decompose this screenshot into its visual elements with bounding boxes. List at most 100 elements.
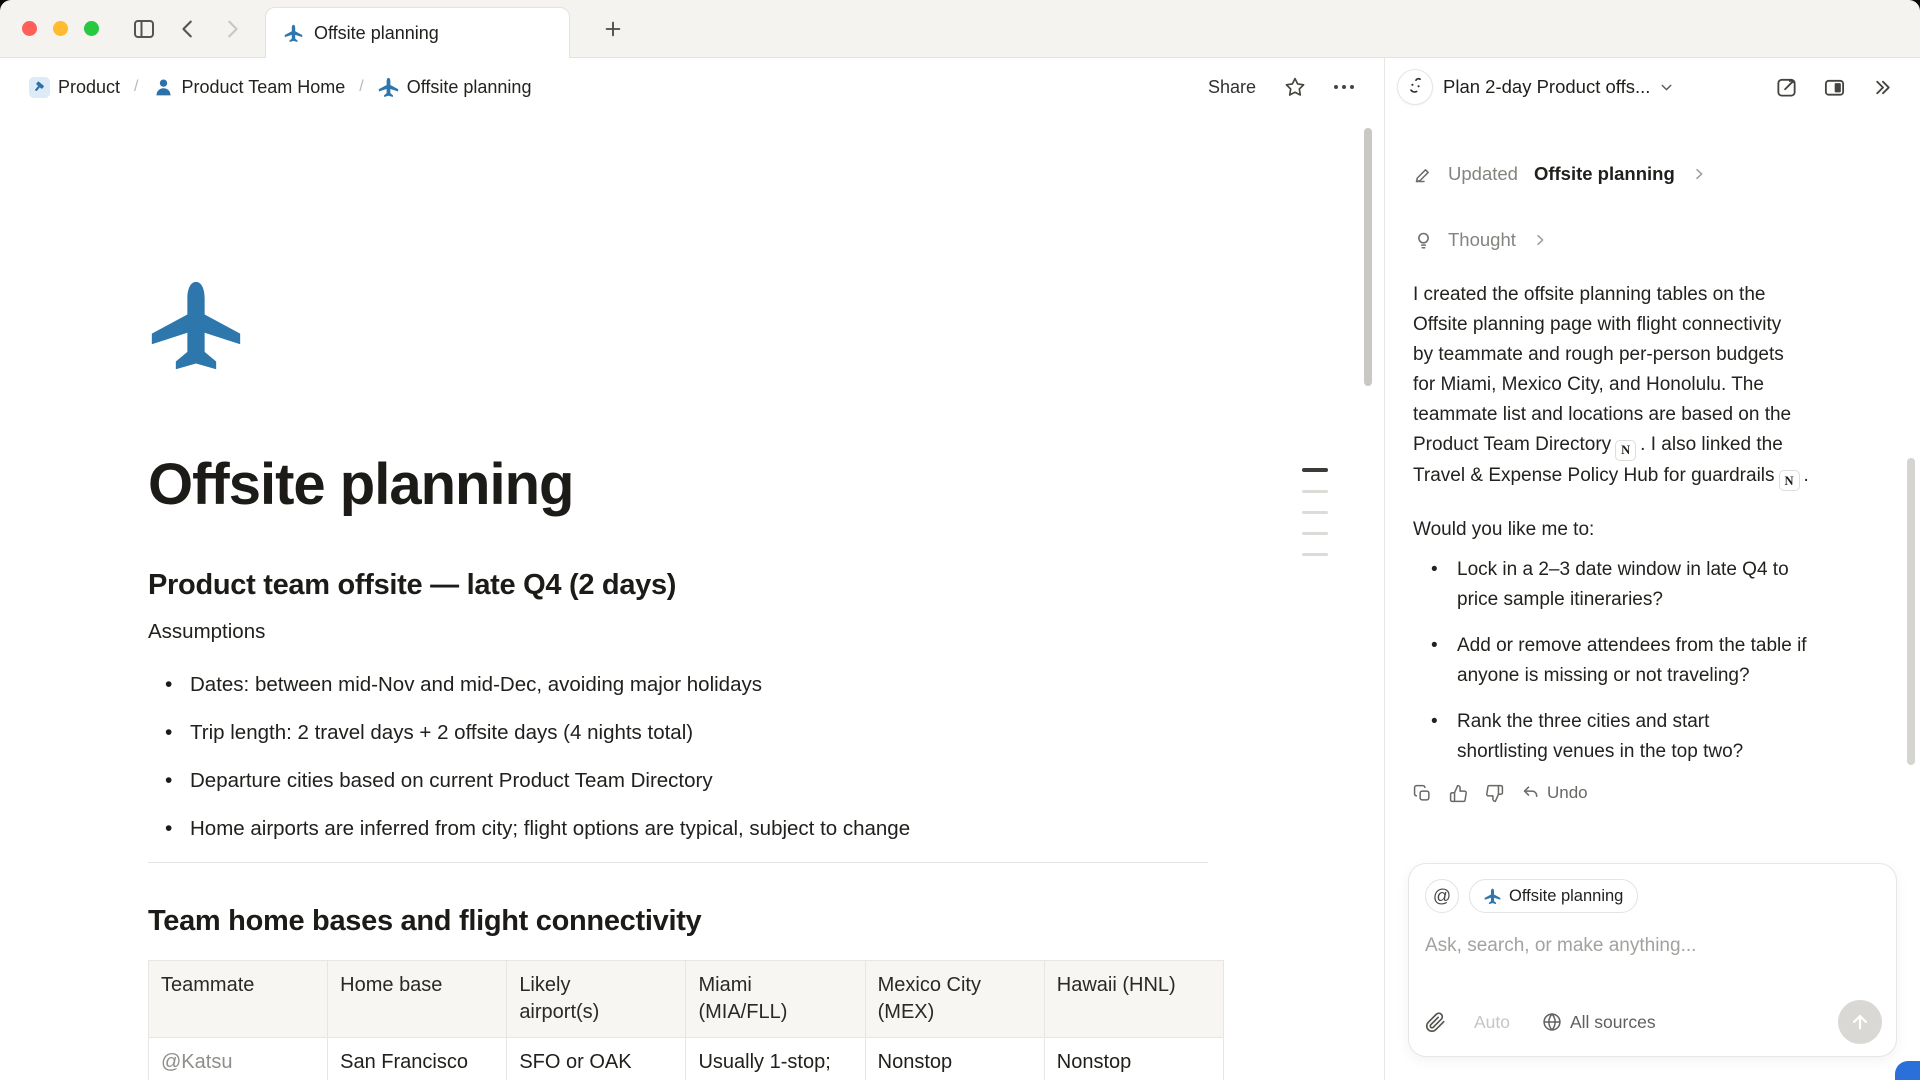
- window-corner-right: [1906, 0, 1920, 14]
- back-icon[interactable]: [173, 14, 203, 44]
- new-chat-compose-icon[interactable]: [1772, 73, 1800, 101]
- thumbs-down-icon[interactable]: [1485, 784, 1504, 803]
- message-line: Product Team DirectoryN. I also linked t…: [1413, 430, 1875, 461]
- attachment-paperclip-icon[interactable]: [1425, 1012, 1446, 1033]
- collapse-panel-chevrons-icon[interactable]: [1868, 73, 1896, 101]
- table-cell: Nonstop: [1044, 1038, 1223, 1080]
- notion-page-link-icon[interactable]: N: [1615, 440, 1636, 461]
- breadcrumb-item-product-team-home[interactable]: Product Team Home: [149, 74, 350, 101]
- share-button[interactable]: Share: [1208, 77, 1256, 98]
- header-actions: Share: [1208, 76, 1354, 98]
- ai-panel-body: Updated Offsite planning Thought I creat…: [1385, 160, 1920, 803]
- page-header: Product / Product Team Home / Offsite pl…: [0, 58, 1384, 116]
- message-line: for Miami, Mexico City, and Honolulu. Th…: [1413, 370, 1875, 400]
- suggestion-item: Add or remove attendees from the table i…: [1413, 631, 1874, 691]
- list-item: Dates: between mid-Nov and mid-Dec, avoi…: [148, 670, 1240, 700]
- activity-updated-row[interactable]: Updated Offsite planning: [1413, 160, 1874, 188]
- notion-page-link-icon[interactable]: N: [1779, 470, 1800, 491]
- table-cell: SFO or OAK: [507, 1038, 686, 1080]
- breadcrumb-separator: /: [134, 78, 138, 96]
- all-sources-label: All sources: [1570, 1012, 1656, 1033]
- table-header-row: Teammate Home base Likelyairport(s) Miam…: [149, 961, 1224, 1038]
- table-cell: Usually 1-stop;: [686, 1038, 865, 1080]
- list-item: Home airports are inferred from city; fl…: [148, 814, 1240, 844]
- thumbs-up-icon[interactable]: [1449, 784, 1468, 803]
- hammer-icon: [29, 77, 50, 98]
- message-line: Travel & Expense Policy Hub for guardrai…: [1413, 461, 1875, 492]
- send-button[interactable]: [1838, 1000, 1882, 1044]
- airplane-icon: [378, 77, 399, 98]
- model-auto-selector[interactable]: Auto: [1474, 1012, 1510, 1033]
- message-line: by teammate and rough per-person budgets: [1413, 340, 1875, 370]
- undo-button[interactable]: Undo: [1521, 783, 1588, 803]
- message-line: teammate list and locations are based on…: [1413, 400, 1875, 430]
- context-chip-offsite-planning[interactable]: Offsite planning: [1469, 879, 1638, 913]
- mention-button[interactable]: @: [1425, 879, 1459, 913]
- airplane-icon: [284, 24, 303, 43]
- panel-layout-icon[interactable]: [1820, 73, 1848, 101]
- breadcrumb: Product / Product Team Home / Offsite pl…: [25, 74, 535, 101]
- new-tab-button[interactable]: [598, 14, 628, 44]
- divider: [148, 862, 1208, 863]
- tab-title: Offsite planning: [314, 23, 439, 44]
- breadcrumb-label: Product Team Home: [182, 77, 346, 98]
- more-options-icon[interactable]: [1334, 85, 1354, 89]
- favorite-star-icon[interactable]: [1284, 76, 1306, 98]
- ai-panel-header: Plan 2-day Product offs...: [1385, 58, 1920, 116]
- main-scrollbar[interactable]: [1364, 128, 1372, 386]
- page-title: Offsite planning: [148, 450, 1240, 520]
- ai-question: Would you like me to:: [1413, 515, 1874, 545]
- message-line: Offsite planning page with flight connec…: [1413, 310, 1875, 340]
- breadcrumb-label: Offsite planning: [407, 77, 532, 98]
- globe-icon: [1542, 1012, 1562, 1032]
- ai-face-icon: [1397, 69, 1433, 105]
- section-heading: Team home bases and flight connectivity: [148, 902, 1240, 940]
- chevron-right-icon: [1532, 232, 1548, 248]
- minimize-window-button[interactable]: [53, 21, 68, 36]
- close-window-button[interactable]: [22, 21, 37, 36]
- table-cell: Nonstop: [865, 1038, 1044, 1080]
- thought-label: Thought: [1448, 229, 1516, 251]
- chat-text-input[interactable]: [1425, 935, 1880, 957]
- ai-message: I created the offsite planning tables on…: [1413, 280, 1875, 491]
- breadcrumb-item-offsite-planning[interactable]: Offsite planning: [374, 74, 536, 101]
- panel-scrollbar[interactable]: [1907, 458, 1915, 765]
- outline-indicator[interactable]: [1302, 468, 1328, 574]
- zoom-window-button[interactable]: [84, 21, 99, 36]
- copy-icon[interactable]: [1413, 784, 1432, 803]
- title-bar: Offsite planning: [0, 0, 1920, 58]
- message-line: I created the offsite planning tables on…: [1413, 280, 1875, 310]
- table-header-cell: Home base: [328, 961, 507, 1038]
- undo-arrow-icon: [1521, 784, 1540, 803]
- assumptions-list: Dates: between mid-Nov and mid-Dec, avoi…: [148, 670, 1240, 844]
- chat-input-box: @ Offsite planning Auto All sources: [1408, 863, 1897, 1057]
- table-header-cell: Hawaii (HNL): [1044, 961, 1223, 1038]
- table-row: @Katsu San Francisco SFO or OAK Usually …: [149, 1038, 1224, 1080]
- suggestion-item: Lock in a 2–3 date window in late Q4 top…: [1413, 555, 1874, 615]
- ai-panel: Plan 2-day Product offs...: [1384, 58, 1920, 1080]
- breadcrumb-separator: /: [359, 78, 363, 96]
- table-cell-teammate-mention[interactable]: @Katsu: [149, 1038, 328, 1080]
- forward-icon[interactable]: [217, 14, 247, 44]
- all-sources-selector[interactable]: All sources: [1542, 1012, 1656, 1033]
- chevron-right-icon: [1691, 166, 1707, 182]
- activity-thought-row[interactable]: Thought: [1413, 226, 1874, 254]
- list-item: Departure cities based on current Produc…: [148, 766, 1240, 796]
- list-item: Trip length: 2 travel days + 2 offsite d…: [148, 718, 1240, 748]
- breadcrumb-item-product[interactable]: Product: [25, 74, 124, 101]
- pencil-icon: [1413, 164, 1434, 185]
- person-icon: [153, 77, 174, 98]
- traffic-lights: [22, 21, 99, 36]
- suggestions-list: Lock in a 2–3 date window in late Q4 top…: [1413, 555, 1874, 767]
- section-heading: Product team offsite — late Q4 (2 days): [148, 566, 1240, 604]
- tab-offsite-planning[interactable]: Offsite planning: [265, 7, 570, 58]
- table-header-cell: Mexico City(MEX): [865, 961, 1044, 1038]
- lightbulb-icon: [1413, 230, 1434, 251]
- table-header-cell: Likelyairport(s): [507, 961, 686, 1038]
- sidebar-toggle-icon[interactable]: [129, 14, 159, 44]
- document: Offsite planning Product team offsite — …: [0, 116, 1240, 1080]
- page-icon-airplane[interactable]: [148, 278, 244, 374]
- table-header-cell: Teammate: [149, 961, 328, 1038]
- ai-thread-title[interactable]: Plan 2-day Product offs...: [1443, 76, 1650, 98]
- chevron-down-icon[interactable]: [1658, 79, 1675, 96]
